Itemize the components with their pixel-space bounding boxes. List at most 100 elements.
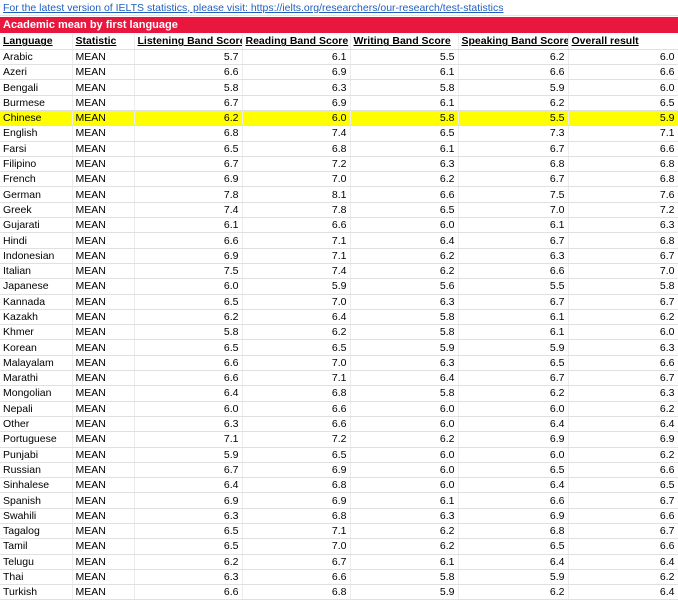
cell-listening[interactable]: 6.5	[134, 339, 243, 356]
cell-overall[interactable]: 6.6	[568, 462, 678, 479]
cell-language[interactable]: Turkish	[0, 584, 73, 600]
cell-reading[interactable]: 7.8	[242, 202, 351, 219]
header-speaking[interactable]: Speaking Band Score	[458, 34, 569, 50]
cell-writing[interactable]: 6.0	[350, 447, 459, 463]
cell-statistic[interactable]: MEAN	[72, 355, 135, 372]
cell-reading[interactable]: 6.0	[242, 110, 351, 127]
cell-language[interactable]: Swahili	[0, 508, 73, 525]
cell-speaking[interactable]: 6.7	[458, 294, 569, 310]
cell-listening[interactable]: 6.4	[134, 477, 243, 494]
cell-language[interactable]: German	[0, 186, 73, 203]
cell-reading[interactable]: 6.5	[242, 339, 351, 356]
cell-writing[interactable]: 5.8	[350, 79, 459, 96]
cell-writing[interactable]: 5.9	[350, 584, 459, 600]
cell-statistic[interactable]: MEAN	[72, 95, 135, 111]
cell-reading[interactable]: 6.4	[242, 309, 351, 326]
header-statistic[interactable]: Statistic	[72, 34, 135, 50]
cell-reading[interactable]: 6.6	[242, 569, 351, 586]
cell-reading[interactable]: 7.2	[242, 431, 351, 448]
cell-language[interactable]: Farsi	[0, 141, 73, 157]
cell-statistic[interactable]: MEAN	[72, 156, 135, 173]
cell-speaking[interactable]: 6.8	[458, 523, 569, 540]
cell-speaking[interactable]: 6.6	[458, 64, 569, 81]
cell-statistic[interactable]: MEAN	[72, 309, 135, 326]
cell-listening[interactable]: 6.2	[134, 110, 243, 127]
cell-speaking[interactable]: 6.9	[458, 431, 569, 448]
cell-language[interactable]: Indonesian	[0, 248, 73, 264]
cell-overall[interactable]: 6.4	[568, 584, 678, 600]
cell-statistic[interactable]: MEAN	[72, 447, 135, 463]
cell-statistic[interactable]: MEAN	[72, 186, 135, 203]
cell-reading[interactable]: 7.1	[242, 370, 351, 387]
cell-writing[interactable]: 5.8	[350, 324, 459, 341]
cell-language[interactable]: French	[0, 171, 73, 188]
cell-listening[interactable]: 6.3	[134, 508, 243, 525]
statistics-link[interactable]: For the latest version of IELTS statisti…	[0, 2, 504, 14]
cell-overall[interactable]: 6.3	[568, 385, 678, 402]
header-language[interactable]: Language	[0, 34, 73, 50]
header-overall[interactable]: Overall result	[568, 34, 678, 50]
cell-overall[interactable]: 7.1	[568, 125, 678, 142]
cell-writing[interactable]: 6.5	[350, 125, 459, 142]
cell-listening[interactable]: 6.3	[134, 569, 243, 586]
cell-language[interactable]: Spanish	[0, 492, 73, 509]
cell-speaking[interactable]: 6.8	[458, 156, 569, 173]
cell-reading[interactable]: 6.9	[242, 95, 351, 111]
cell-language[interactable]: Korean	[0, 339, 73, 356]
cell-overall[interactable]: 6.8	[568, 171, 678, 188]
cell-reading[interactable]: 5.9	[242, 278, 351, 295]
cell-overall[interactable]: 6.0	[568, 324, 678, 341]
cell-listening[interactable]: 6.2	[134, 309, 243, 326]
cell-reading[interactable]: 7.1	[242, 523, 351, 540]
cell-overall[interactable]: 6.6	[568, 355, 678, 372]
cell-speaking[interactable]: 6.7	[458, 370, 569, 387]
cell-writing[interactable]: 6.1	[350, 64, 459, 81]
cell-speaking[interactable]: 5.5	[458, 278, 569, 295]
cell-writing[interactable]: 6.1	[350, 141, 459, 157]
cell-speaking[interactable]: 5.9	[458, 569, 569, 586]
cell-listening[interactable]: 7.8	[134, 186, 243, 203]
cell-statistic[interactable]: MEAN	[72, 141, 135, 157]
cell-language[interactable]: Italian	[0, 263, 73, 280]
cell-speaking[interactable]: 6.2	[458, 385, 569, 402]
cell-listening[interactable]: 6.3	[134, 416, 243, 433]
cell-statistic[interactable]: MEAN	[72, 416, 135, 433]
cell-reading[interactable]: 7.4	[242, 125, 351, 142]
cell-language[interactable]: Other	[0, 416, 73, 433]
cell-speaking[interactable]: 6.7	[458, 141, 569, 157]
cell-statistic[interactable]: MEAN	[72, 171, 135, 188]
cell-statistic[interactable]: MEAN	[72, 401, 135, 417]
cell-writing[interactable]: 6.2	[350, 248, 459, 264]
cell-language[interactable]: Marathi	[0, 370, 73, 387]
cell-statistic[interactable]: MEAN	[72, 110, 135, 127]
cell-reading[interactable]: 7.4	[242, 263, 351, 280]
cell-writing[interactable]: 6.3	[350, 294, 459, 310]
cell-statistic[interactable]: MEAN	[72, 508, 135, 525]
cell-reading[interactable]: 6.9	[242, 492, 351, 509]
cell-writing[interactable]: 6.2	[350, 431, 459, 448]
cell-writing[interactable]: 6.0	[350, 217, 459, 234]
cell-listening[interactable]: 6.5	[134, 294, 243, 310]
cell-statistic[interactable]: MEAN	[72, 339, 135, 356]
cell-reading[interactable]: 7.0	[242, 538, 351, 555]
header-listening[interactable]: Listening Band Score	[134, 34, 243, 50]
cell-language[interactable]: Tamil	[0, 538, 73, 555]
cell-writing[interactable]: 6.0	[350, 462, 459, 479]
cell-statistic[interactable]: MEAN	[72, 569, 135, 586]
cell-speaking[interactable]: 6.2	[458, 584, 569, 600]
cell-listening[interactable]: 6.8	[134, 125, 243, 142]
cell-overall[interactable]: 6.7	[568, 294, 678, 310]
cell-statistic[interactable]: MEAN	[72, 263, 135, 280]
cell-language[interactable]: Tagalog	[0, 523, 73, 540]
cell-writing[interactable]: 6.2	[350, 263, 459, 280]
cell-overall[interactable]: 5.9	[568, 110, 678, 127]
cell-listening[interactable]: 6.4	[134, 385, 243, 402]
cell-statistic[interactable]: MEAN	[72, 217, 135, 234]
cell-language[interactable]: Gujarati	[0, 217, 73, 234]
cell-reading[interactable]: 6.9	[242, 64, 351, 81]
cell-overall[interactable]: 6.6	[568, 508, 678, 525]
cell-listening[interactable]: 6.0	[134, 401, 243, 417]
cell-speaking[interactable]: 7.3	[458, 125, 569, 142]
cell-writing[interactable]: 6.1	[350, 554, 459, 570]
cell-writing[interactable]: 6.2	[350, 538, 459, 555]
